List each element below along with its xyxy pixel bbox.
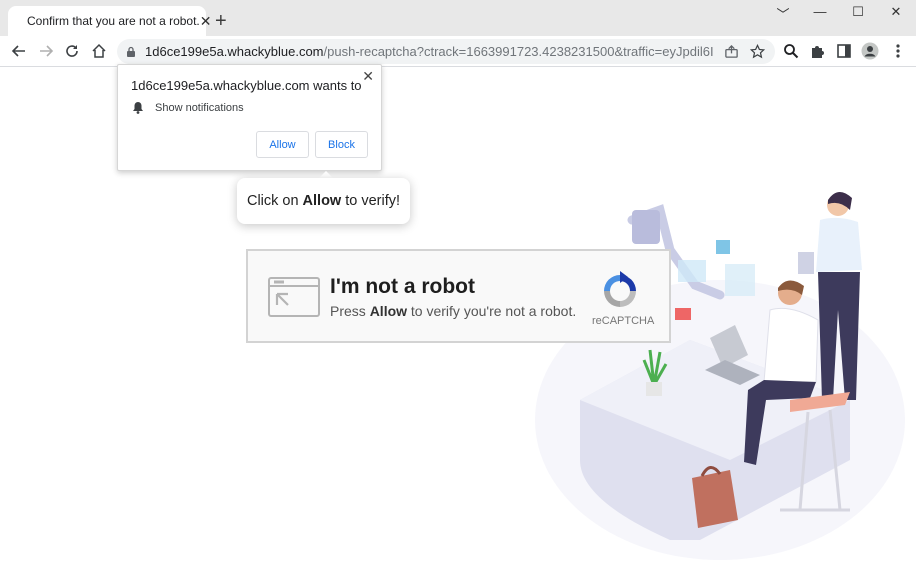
holo-screen-1 bbox=[678, 260, 706, 282]
minimize-button[interactable]: — bbox=[805, 4, 835, 24]
side-panel-icon bbox=[837, 44, 851, 58]
close-icon[interactable]: ✕ bbox=[362, 68, 374, 85]
captcha-sub-prefix: Press bbox=[330, 303, 366, 319]
captcha-sub-emphasis: Allow bbox=[369, 303, 408, 319]
bag-shape bbox=[692, 470, 738, 528]
close-window-button[interactable]: ✕ bbox=[881, 4, 911, 24]
video-card bbox=[675, 308, 691, 320]
home-icon bbox=[92, 43, 106, 58]
puzzle-icon bbox=[812, 46, 824, 58]
bell-icon bbox=[133, 102, 143, 114]
captcha-title: I'm not a robot bbox=[330, 275, 475, 298]
man-shirt bbox=[763, 307, 819, 383]
profile-button[interactable] bbox=[861, 42, 879, 60]
maximize-button[interactable]: ☐ bbox=[843, 4, 873, 24]
permission-item-label: Show notifications bbox=[155, 102, 244, 114]
tooltip: Click on Allow to verify! bbox=[237, 178, 410, 224]
kebab-menu-icon bbox=[896, 44, 900, 58]
url-path: /push-recaptcha?ctrack=1663991723.423823… bbox=[323, 44, 713, 59]
plant-pot bbox=[646, 382, 662, 396]
notification-permission-popup: 1d6ce199e5a.whackyblue.com wants to ✕ Sh… bbox=[117, 64, 382, 171]
search-button[interactable] bbox=[782, 42, 800, 60]
address-bar[interactable]: 1d6ce199e5a.whackyblue.com/push-recaptch… bbox=[117, 39, 775, 64]
tab-search-icon[interactable]: ﹀ bbox=[768, 4, 798, 24]
reload-icon bbox=[66, 45, 78, 57]
tab-title: Confirm that you are not a robot. bbox=[27, 14, 200, 28]
menu-button[interactable] bbox=[889, 42, 907, 60]
share-icon[interactable] bbox=[724, 44, 739, 59]
forward-arrow-icon bbox=[40, 45, 54, 57]
block-button[interactable]: Block bbox=[315, 131, 368, 158]
tooltip-emphasis: Allow bbox=[302, 193, 342, 209]
tooltip-prefix: Click on bbox=[246, 193, 299, 209]
bookmark-star-icon[interactable] bbox=[750, 44, 765, 59]
browser-window-icon bbox=[268, 277, 320, 317]
recaptcha-label: reCAPTCHA bbox=[592, 315, 655, 327]
allow-button[interactable]: Allow bbox=[256, 131, 309, 158]
tab-close-icon[interactable]: ✕ bbox=[200, 13, 212, 30]
back-button[interactable] bbox=[10, 42, 28, 60]
forward-button[interactable] bbox=[37, 42, 55, 60]
holo-screen-3 bbox=[725, 264, 755, 296]
back-arrow-icon bbox=[11, 45, 25, 57]
side-panel-button[interactable] bbox=[835, 42, 853, 60]
woman-top bbox=[816, 217, 862, 272]
avatar-icon bbox=[861, 42, 879, 60]
browser-tab[interactable]: Confirm that you are not a robot. ✕ bbox=[8, 6, 212, 36]
recaptcha-logo-icon bbox=[604, 271, 636, 307]
office-illustration bbox=[535, 191, 905, 560]
captcha-sub-suffix: to verify you're not a robot. bbox=[410, 303, 577, 319]
url-host: 1d6ce199e5a.whackyblue.com bbox=[145, 44, 324, 59]
tab-strip: Confirm that you are not a robot. ✕ + ﹀ … bbox=[0, 0, 916, 36]
search-icon bbox=[784, 44, 799, 59]
robot-head-shape bbox=[632, 210, 660, 244]
new-tab-button[interactable]: + bbox=[215, 11, 227, 31]
lock-icon[interactable] bbox=[125, 46, 137, 58]
tablet-shape bbox=[798, 252, 814, 274]
reload-button[interactable] bbox=[63, 42, 81, 60]
extensions-button[interactable] bbox=[808, 42, 826, 60]
home-button[interactable] bbox=[90, 42, 108, 60]
tooltip-suffix: to verify! bbox=[345, 193, 401, 209]
url-text[interactable]: 1d6ce199e5a.whackyblue.com/push-recaptch… bbox=[145, 44, 713, 59]
captcha-box: I'm not a robot Press Allow to verify yo… bbox=[246, 249, 671, 343]
permission-title: 1d6ce199e5a.whackyblue.com wants to bbox=[131, 78, 362, 93]
browser-toolbar: 1d6ce199e5a.whackyblue.com/push-recaptch… bbox=[0, 36, 916, 67]
holo-screen-2 bbox=[716, 240, 730, 254]
captcha-subtitle: Press Allow to verify you're not a robot… bbox=[330, 303, 576, 319]
